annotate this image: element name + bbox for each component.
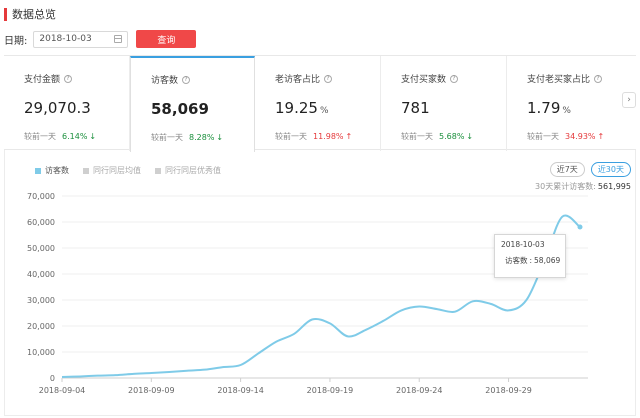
x-tick-label: 2018-09-24	[396, 386, 443, 395]
x-tick-label: 2018-09-14	[217, 386, 264, 395]
change-value: 8.28%	[189, 133, 214, 142]
y-tick-label: 70,000	[27, 192, 55, 201]
y-tick-label: 10,000	[27, 348, 55, 357]
chart-tooltip: 2018-10-03 访客数 : 58,069	[494, 234, 566, 278]
data-point	[578, 225, 583, 230]
metric-card-visitors[interactable]: 访客数? 58,069 较前一天 8.28%↓	[130, 56, 255, 152]
tooltip-date: 2018-10-03	[501, 240, 559, 249]
y-tick-label: 30,000	[27, 296, 55, 305]
y-tick-label: 20,000	[27, 322, 55, 331]
metric-label: 访客数	[151, 73, 178, 86]
y-tick-label: 50,000	[27, 244, 55, 253]
x-tick-label: 2018-09-29	[485, 386, 532, 395]
tooltip-series-name: 访客数	[505, 255, 528, 266]
tooltip-value: 58,069	[534, 256, 560, 265]
compare-label: 较前一天	[151, 133, 183, 142]
y-tick-label: 40,000	[27, 270, 55, 279]
arrow-down-icon: ↓	[216, 133, 223, 142]
x-tick-label: 2018-09-04	[39, 386, 86, 395]
metric-value: 58,069	[151, 100, 209, 118]
x-tick-label: 2018-09-09	[128, 386, 175, 395]
visitors-line-chart: 0 10,000 20,000 30,000 40,000 50,000 60,000 70,…	[0, 0, 640, 418]
help-icon[interactable]: ?	[182, 76, 190, 84]
x-tick-label: 2018-09-19	[307, 386, 354, 395]
y-tick-label: 0	[50, 374, 55, 383]
y-tick-label: 60,000	[27, 218, 55, 227]
